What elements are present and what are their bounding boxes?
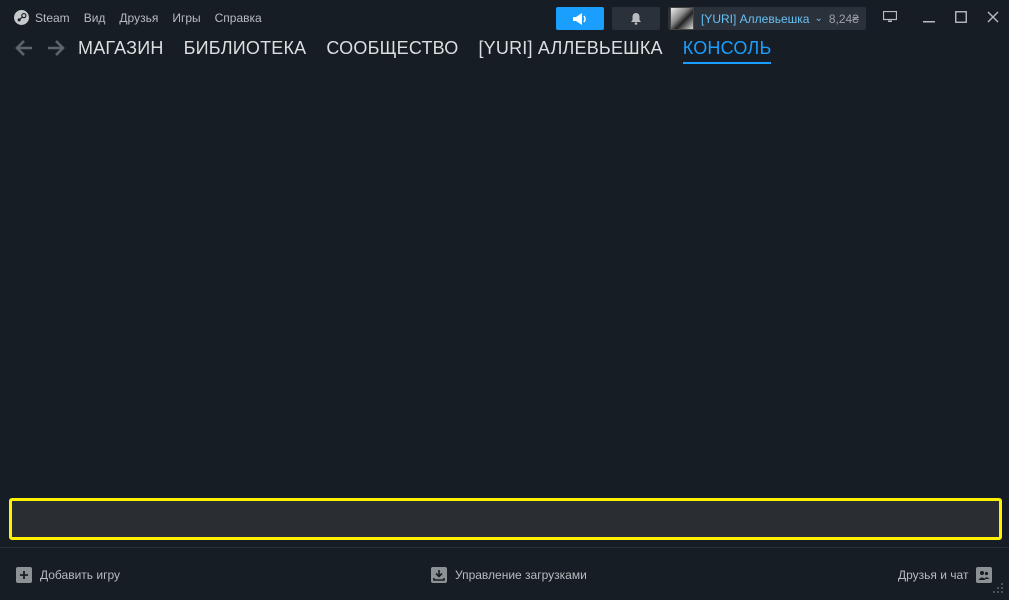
monitor-icon [883, 11, 897, 22]
back-arrow-icon[interactable] [14, 38, 34, 58]
resize-grip-icon[interactable] [992, 582, 1004, 594]
menu-help[interactable]: Справка [215, 11, 262, 25]
add-game-label: Добавить игру [40, 568, 120, 582]
plus-icon [16, 567, 32, 583]
downloads-button[interactable]: Управление загрузками [431, 567, 587, 583]
menu-games[interactable]: Игры [172, 11, 200, 25]
close-icon [987, 11, 999, 23]
account-menu[interactable]: [YURI] Аллевьешка ⌄ 8,24₴ [668, 7, 866, 30]
steam-logo-icon[interactable] [14, 10, 29, 25]
forward-arrow-icon[interactable] [46, 38, 66, 58]
nav-console[interactable]: КОНСОЛЬ [682, 38, 772, 64]
navigation-bar: МАГАЗИН БИБЛИОТЕКА СООБЩЕСТВО [YURI] АЛЛ… [0, 36, 1009, 66]
menu-steam[interactable]: Steam [35, 11, 70, 25]
menu-bar: Steam Вид Друзья Игры Справка [14, 10, 276, 25]
maximize-button[interactable] [950, 6, 972, 28]
account-name: [YURI] Аллевьешка [701, 11, 810, 26]
wallet-balance: 8,24₴ [828, 11, 859, 26]
megaphone-icon [573, 12, 586, 25]
minimize-icon [923, 21, 935, 23]
menu-friends[interactable]: Друзья [119, 11, 158, 25]
bottom-bar: Добавить игру Управление загрузками Друз… [0, 548, 1009, 600]
console-input[interactable] [12, 501, 999, 537]
minimize-button[interactable] [918, 6, 940, 28]
downloads-label: Управление загрузками [455, 568, 587, 582]
nav-store[interactable]: МАГАЗИН [78, 38, 164, 64]
nav-community[interactable]: СООБЩЕСТВО [326, 38, 458, 64]
notifications-button[interactable] [612, 7, 660, 30]
friends-chat-label: Друзья и чат [898, 568, 969, 582]
add-game-button[interactable]: Добавить игру [16, 567, 120, 583]
close-button[interactable] [982, 6, 1004, 28]
console-output [0, 66, 1009, 494]
announcements-button[interactable] [556, 7, 604, 30]
download-icon [431, 567, 447, 583]
nav-links: МАГАЗИН БИБЛИОТЕКА СООБЩЕСТВО [YURI] АЛЛ… [78, 38, 791, 64]
title-bar: Steam Вид Друзья Игры Справка [YURI] Алл… [0, 0, 1009, 36]
friends-chat-button[interactable]: Друзья и чат [898, 567, 993, 583]
friends-icon [976, 567, 993, 583]
bell-icon [631, 13, 641, 25]
avatar [670, 7, 694, 30]
nav-profile[interactable]: [YURI] АЛЛЕВЬЕШКА [478, 38, 662, 64]
console-input-box[interactable] [9, 498, 1002, 540]
maximize-icon [955, 11, 967, 23]
nav-library[interactable]: БИБЛИОТЕКА [184, 38, 307, 64]
menu-view[interactable]: Вид [84, 11, 106, 25]
chevron-down-icon: ⌄ [814, 13, 823, 24]
big-picture-button[interactable] [879, 6, 901, 28]
